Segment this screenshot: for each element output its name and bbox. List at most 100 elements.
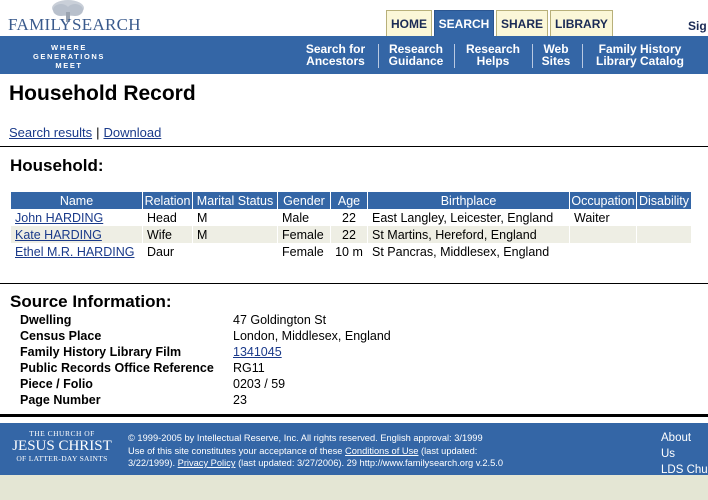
column-header-name: Name xyxy=(11,192,143,209)
page-bottom-strip xyxy=(0,475,708,500)
relation-cell: Wife xyxy=(142,226,193,243)
source-value: 47 Goldington St xyxy=(233,313,327,327)
marital-cell: M xyxy=(192,226,278,243)
tab-home-label: HOME xyxy=(391,16,427,31)
column-header-disability: Disability xyxy=(636,192,692,209)
record-actions: Search results | Download xyxy=(9,125,161,140)
source-label: Piece / Folio xyxy=(20,377,93,391)
familysearch-logo[interactable]: FAMILYSEARCH xyxy=(8,0,141,36)
legal-text-part: (last updated: xyxy=(418,445,478,456)
birthplace-cell: East Langley, Leicester, England xyxy=(367,209,570,226)
download-link[interactable]: Download xyxy=(103,125,161,140)
table-row: Kate HARDING Wife M Female 22 St Martins… xyxy=(11,226,692,243)
source-value: RG11 xyxy=(233,361,265,375)
column-header-age: Age xyxy=(330,192,368,209)
legal-text-part: (last updated: 3/27/2006). 29 http://www… xyxy=(235,458,504,468)
tab-search-label: SEARCH xyxy=(438,16,490,31)
footer-links: About Us LDS Chu xyxy=(661,430,708,478)
tagline-line: WHERE xyxy=(51,43,87,52)
relation-cell: Head xyxy=(142,209,193,226)
action-separator: | xyxy=(96,125,100,140)
gender-cell: Male xyxy=(277,209,331,226)
household-heading: Household: xyxy=(10,156,104,175)
name-cell: Kate HARDING xyxy=(11,226,143,243)
table-header-row: Name Relation Marital Status Gender Age … xyxy=(11,192,692,209)
footer: THE CHURCH OF JESUS CHRIST OF LATTER-DAY… xyxy=(0,423,708,478)
source-heading: Source Information: xyxy=(10,292,172,311)
tab-library-label: LIBRARY xyxy=(555,16,608,31)
source-label: Public Records Office Reference xyxy=(20,361,214,375)
column-header-relation: Relation xyxy=(142,192,193,209)
nav-link-line: Library Catalog xyxy=(595,54,685,68)
nav-library-catalog[interactable]: Family History Library Catalog xyxy=(589,43,691,67)
conditions-of-use-link[interactable]: Conditions of Use xyxy=(345,446,418,456)
nav-link-line: Ancestors xyxy=(306,54,365,68)
nav-search-for-ancestors[interactable]: Search for Ancestors xyxy=(300,43,371,67)
person-link[interactable]: John HARDING xyxy=(15,211,103,225)
nav-divider xyxy=(582,44,583,68)
nav-research-helps[interactable]: Research Helps xyxy=(462,43,524,67)
column-header-gender: Gender xyxy=(277,192,331,209)
disability-cell xyxy=(636,209,692,226)
film-number-link[interactable]: 1341045 xyxy=(233,345,282,359)
sign-in-link[interactable]: Sig xyxy=(688,19,707,33)
source-label: Page Number xyxy=(20,393,101,407)
column-header-birthplace: Birthplace xyxy=(367,192,570,209)
copyright-line: © 1999-2005 by Intellectual Reserve, Inc… xyxy=(128,433,483,443)
tab-share-label: SHARE xyxy=(500,16,543,31)
source-label: Dwelling xyxy=(20,313,72,327)
age-cell: 22 xyxy=(330,226,368,243)
church-logo-line: JESUS CHRIST xyxy=(12,437,112,454)
occupation-cell: Waiter xyxy=(569,209,637,226)
search-results-link[interactable]: Search results xyxy=(9,125,92,140)
nav-research-guidance[interactable]: Research Guidance xyxy=(385,43,447,67)
conditions-line: Use of this site constitutes your accept… xyxy=(128,445,598,458)
nav-divider xyxy=(454,44,455,68)
nav-divider xyxy=(378,44,379,68)
table-row: Ethel M.R. HARDING Daur Female 10 m St P… xyxy=(11,243,692,260)
disability-cell xyxy=(636,243,692,260)
tab-share[interactable]: SHARE xyxy=(496,10,548,36)
marital-cell xyxy=(192,243,278,260)
privacy-line: 3/22/1999). Privacy Policy (last updated… xyxy=(128,457,598,470)
gender-cell: Female xyxy=(277,243,331,260)
person-link[interactable]: Ethel M.R. HARDING xyxy=(15,245,134,259)
logo-wordmark: FAMILYSEARCH xyxy=(8,15,141,34)
source-value: 23 xyxy=(233,393,247,407)
tab-home[interactable]: HOME xyxy=(386,10,432,36)
page-title: Household Record xyxy=(9,82,196,105)
divider xyxy=(0,283,708,284)
nav-link-line: Guidance xyxy=(388,54,444,68)
gender-cell: Female xyxy=(277,226,331,243)
privacy-policy-link[interactable]: Privacy Policy xyxy=(178,458,236,468)
tab-search[interactable]: SEARCH xyxy=(434,10,494,36)
occupation-cell xyxy=(569,243,637,260)
nav-link-line: Sites xyxy=(541,54,571,68)
birthplace-cell: St Pancras, Middlesex, England xyxy=(367,243,570,260)
occupation-cell xyxy=(569,226,637,243)
church-logo[interactable]: THE CHURCH OF JESUS CHRIST OF LATTER-DAY… xyxy=(8,430,116,462)
secondary-nav: WHERE GENERATIONS MEET Search for Ancest… xyxy=(0,36,708,74)
birthplace-cell: St Martins, Hereford, England xyxy=(367,226,570,243)
tagline-line: MEET xyxy=(55,61,83,70)
nav-link-line: Helps xyxy=(476,54,510,68)
tab-library[interactable]: LIBRARY xyxy=(550,10,613,36)
nav-web-sites[interactable]: Web Sites xyxy=(538,43,574,67)
legal-text: © 1999-2005 by Intellectual Reserve, Inc… xyxy=(128,432,598,470)
name-cell: Ethel M.R. HARDING xyxy=(11,243,143,260)
name-cell: John HARDING xyxy=(11,209,143,226)
about-us-link[interactable]: About Us xyxy=(661,430,708,462)
top-header: FAMILYSEARCH HOME SEARCH SHARE LIBRARY S… xyxy=(0,0,708,36)
column-header-marital-status: Marital Status xyxy=(192,192,278,209)
source-label: Family History Library Film xyxy=(20,345,182,359)
person-link[interactable]: Kate HARDING xyxy=(15,228,102,242)
household-table: Name Relation Marital Status Gender Age … xyxy=(11,192,692,260)
source-label: Census Place xyxy=(20,329,102,343)
nav-divider xyxy=(532,44,533,68)
source-value: 0203 / 59 xyxy=(233,377,286,391)
footer-divider xyxy=(0,414,708,417)
church-logo-line: OF LATTER-DAY SAINTS xyxy=(16,453,108,463)
church-logo-line: THE CHURCH OF xyxy=(29,429,95,438)
column-header-occupation: Occupation xyxy=(569,192,637,209)
table-row: John HARDING Head M Male 22 East Langley… xyxy=(11,209,692,226)
